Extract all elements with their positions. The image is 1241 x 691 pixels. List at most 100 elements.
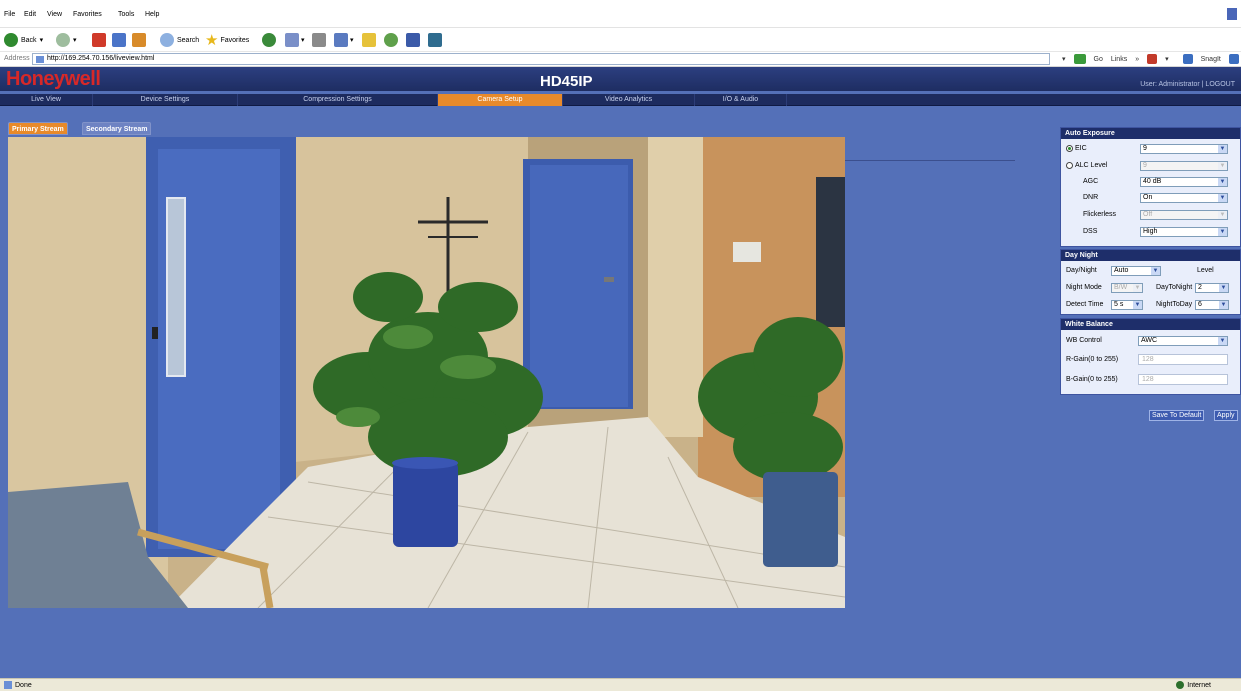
tool-icon bbox=[428, 33, 442, 47]
eic-value: 9 bbox=[1143, 145, 1147, 152]
forward-arrow-icon bbox=[56, 33, 70, 47]
chevron-down-icon: ▼ bbox=[1133, 284, 1142, 292]
status-zone: Internet bbox=[1176, 681, 1211, 689]
day-to-night-value: 2 bbox=[1198, 284, 1202, 291]
browser-statusbar: Done Internet bbox=[0, 678, 1241, 691]
alc-select[interactable]: 9 ▼ bbox=[1140, 161, 1228, 171]
addon-icon[interactable] bbox=[1147, 54, 1158, 64]
eic-option[interactable]: EIC bbox=[1066, 144, 1087, 154]
agc-value: 40 dB bbox=[1143, 178, 1162, 185]
tab-compression-settings[interactable]: Compression Settings bbox=[238, 94, 438, 106]
chevron-down-icon: ▼ bbox=[1218, 178, 1227, 186]
flickerless-label: Flickerless bbox=[1083, 211, 1117, 218]
alc-option[interactable]: ALC Level bbox=[1066, 161, 1107, 171]
globe-icon bbox=[1176, 681, 1185, 689]
b-gain-input[interactable]: 128 bbox=[1138, 374, 1228, 385]
tab-video-analytics[interactable]: Video Analytics bbox=[563, 94, 695, 106]
tool-button[interactable] bbox=[428, 32, 442, 48]
tab-secondary-stream[interactable]: Secondary Stream bbox=[82, 122, 152, 135]
menu-help[interactable]: Help bbox=[145, 11, 159, 18]
go-label[interactable]: Go bbox=[1094, 56, 1103, 63]
chevron-down-icon: ▼ bbox=[1151, 267, 1160, 275]
night-to-day-select[interactable]: 6 ▼ bbox=[1195, 300, 1229, 310]
detect-time-label: Detect Time bbox=[1066, 301, 1104, 308]
home-button[interactable] bbox=[132, 32, 146, 48]
device-title: HD45IP bbox=[540, 73, 593, 90]
chevron-down-icon: ▾ bbox=[39, 37, 44, 44]
edit-icon bbox=[334, 33, 348, 47]
star-icon: ★ bbox=[205, 32, 219, 49]
r-gain-input[interactable]: 128 bbox=[1138, 354, 1228, 365]
dss-select[interactable]: High ▼ bbox=[1140, 227, 1228, 237]
menu-favorites[interactable]: Favorites bbox=[73, 11, 102, 18]
auto-exposure-title: Auto Exposure bbox=[1061, 128, 1240, 139]
menu-tools[interactable]: Tools bbox=[118, 11, 134, 18]
dnr-value: On bbox=[1143, 194, 1153, 201]
eic-select[interactable]: 9 ▼ bbox=[1140, 144, 1228, 154]
messenger-button[interactable] bbox=[384, 32, 398, 48]
chevron-down-icon[interactable]: ▾ bbox=[1165, 55, 1169, 63]
tab-camera-setup[interactable]: Camera Setup bbox=[438, 94, 563, 106]
favorites-button[interactable]: ★ Favorites bbox=[205, 32, 249, 49]
night-to-day-value: 6 bbox=[1198, 301, 1202, 308]
agc-select[interactable]: 40 dB ▼ bbox=[1140, 177, 1228, 187]
dnr-select[interactable]: On ▼ bbox=[1140, 193, 1228, 203]
search-label: Search bbox=[177, 36, 200, 44]
wb-control-select[interactable]: AWC ▼ bbox=[1138, 336, 1228, 346]
night-mode-select[interactable]: B/W ▼ bbox=[1111, 283, 1143, 293]
address-url: http://169.254.70.156/liveview.html bbox=[47, 55, 155, 62]
save-to-default-button[interactable]: Save To Default bbox=[1149, 410, 1205, 421]
research-button[interactable] bbox=[406, 32, 420, 48]
go-icon[interactable] bbox=[1073, 54, 1086, 64]
tab-device-settings[interactable]: Device Settings bbox=[93, 94, 238, 106]
stop-icon bbox=[92, 33, 106, 47]
tab-live-view[interactable]: Live View bbox=[0, 94, 93, 106]
folder-icon bbox=[362, 33, 376, 47]
app-header: Honeywell HD45IP User: Administrator | L… bbox=[0, 67, 1241, 91]
print-button[interactable] bbox=[312, 32, 326, 48]
history-button[interactable] bbox=[262, 32, 276, 48]
day-to-night-select[interactable]: 2 ▼ bbox=[1195, 283, 1229, 293]
menu-file[interactable]: File bbox=[4, 11, 15, 18]
user-info[interactable]: User: Administrator | LOGOUT bbox=[1140, 81, 1235, 88]
day-night-select[interactable]: Auto ▼ bbox=[1111, 266, 1161, 276]
wb-control-label: WB Control bbox=[1066, 337, 1102, 344]
camera-web-app: Honeywell HD45IP User: Administrator | L… bbox=[0, 67, 1241, 678]
print-icon bbox=[312, 33, 326, 47]
menu-edit[interactable]: Edit bbox=[24, 11, 36, 18]
dss-label: DSS bbox=[1083, 228, 1098, 235]
forward-button[interactable]: ▾ bbox=[56, 32, 77, 48]
level-label: Level bbox=[1197, 267, 1214, 274]
search-button[interactable]: Search bbox=[160, 32, 199, 48]
stop-button[interactable] bbox=[92, 32, 106, 48]
tab-io-audio[interactable]: I/O & Audio bbox=[695, 94, 787, 106]
capture-icon[interactable] bbox=[1228, 54, 1239, 64]
flickerless-select[interactable]: Off ▼ bbox=[1140, 210, 1228, 220]
back-button[interactable]: Back ▾ bbox=[4, 32, 43, 48]
alc-radio[interactable] bbox=[1066, 161, 1073, 169]
detect-time-select[interactable]: 5 s ▼ bbox=[1111, 300, 1143, 310]
folder-button[interactable] bbox=[362, 32, 376, 48]
history-icon bbox=[262, 33, 276, 47]
mail-button[interactable]: ▾ bbox=[285, 32, 305, 48]
home-icon bbox=[132, 33, 146, 47]
brand-logo: Honeywell bbox=[6, 68, 101, 90]
address-input[interactable]: http://169.254.70.156/liveview.html bbox=[32, 53, 1050, 65]
address-dropdown-icon[interactable]: ▾ bbox=[1062, 55, 1066, 63]
menu-view[interactable]: View bbox=[47, 11, 62, 18]
snagit-label[interactable]: SnagIt bbox=[1201, 56, 1221, 63]
refresh-button[interactable] bbox=[112, 32, 126, 48]
address-right-tools: ▾ Go Links » ▾ SnagIt bbox=[1062, 54, 1241, 64]
research-icon bbox=[406, 33, 420, 47]
day-night-title: Day Night bbox=[1061, 250, 1240, 261]
toolbar-chevron-icon[interactable]: » bbox=[1135, 56, 1139, 63]
tab-primary-stream[interactable]: Primary Stream bbox=[8, 122, 68, 135]
chevron-down-icon: ▾ bbox=[73, 37, 77, 44]
links-label[interactable]: Links bbox=[1111, 56, 1127, 63]
apply-button[interactable]: Apply bbox=[1214, 410, 1238, 421]
back-label: Back bbox=[21, 36, 37, 44]
eic-radio[interactable] bbox=[1066, 144, 1073, 152]
chevron-down-icon: ▼ bbox=[1133, 301, 1142, 309]
chevron-down-icon: ▾ bbox=[301, 37, 305, 44]
edit-button[interactable]: ▾ bbox=[334, 32, 354, 48]
